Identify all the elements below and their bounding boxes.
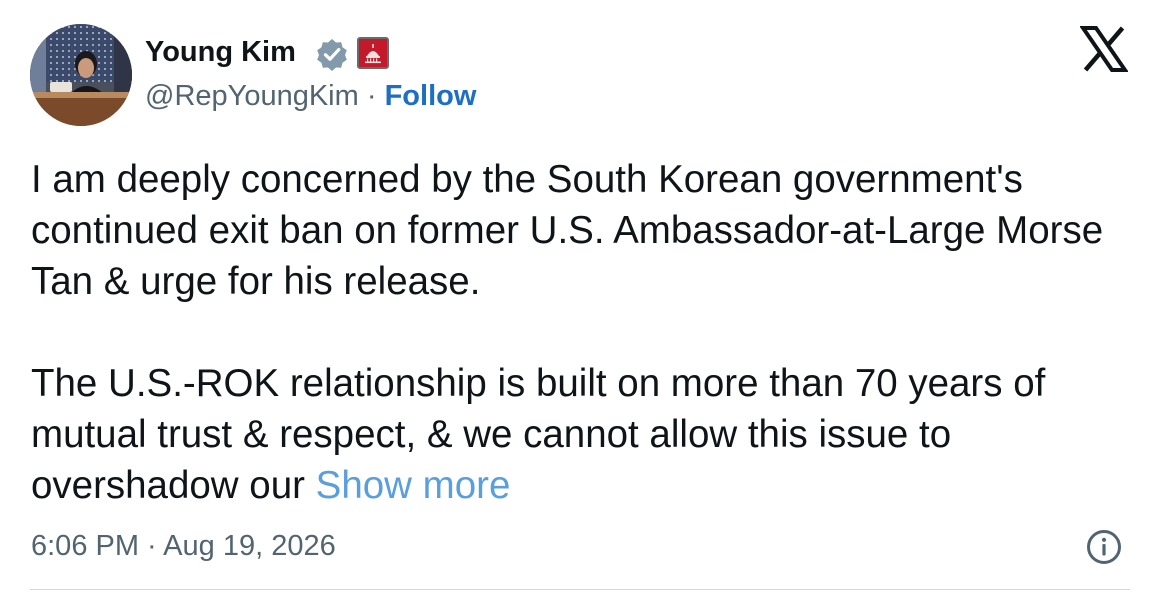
show-more-link[interactable]: Show more [316, 464, 511, 507]
follow-button[interactable]: Follow [385, 80, 477, 112]
government-affiliation-icon[interactable] [357, 37, 389, 69]
tweet-paragraph-1: I am deeply concerned by the South Korea… [31, 158, 1104, 303]
x-logo-icon[interactable] [1080, 25, 1128, 73]
capitol-dome-icon [359, 39, 387, 67]
tweet-text: I am deeply concerned by the South Korea… [31, 154, 1141, 511]
handle-separator: · [366, 80, 377, 112]
avatar[interactable] [30, 24, 132, 126]
handle-row: @RepYoungKim · Follow [145, 78, 476, 114]
info-icon[interactable] [1085, 528, 1123, 566]
tweet-card: Young Kim @RepYoungKim · Follow I am dee… [0, 0, 1166, 616]
verified-badge-icon [317, 39, 347, 71]
profile-photo-icon [30, 24, 132, 126]
divider [30, 589, 1130, 590]
tweet-paragraph-2: The U.S.-ROK relationship is built on mo… [31, 362, 1046, 507]
display-name[interactable]: Young Kim [145, 34, 296, 70]
user-handle[interactable]: @RepYoungKim [145, 80, 359, 112]
tweet-timestamp[interactable]: 6:06 PM · Aug 19, 2026 [31, 528, 336, 564]
